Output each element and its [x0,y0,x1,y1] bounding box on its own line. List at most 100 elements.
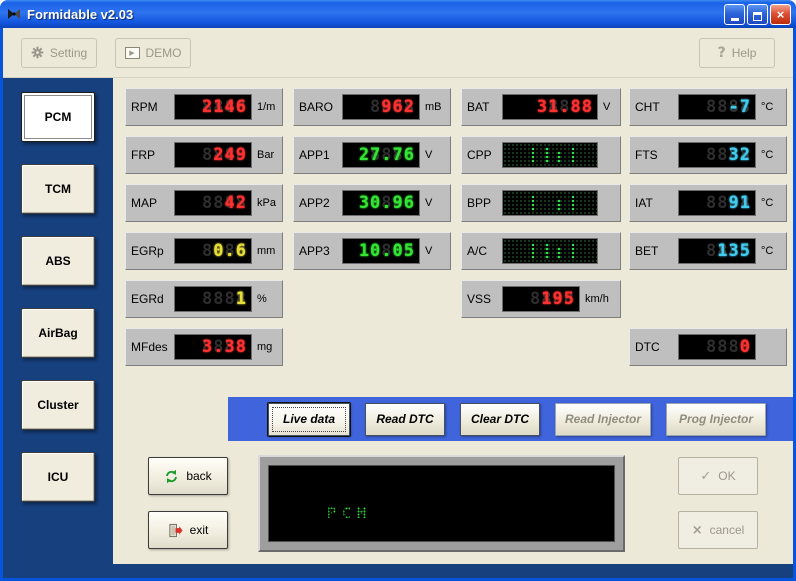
matrix-segment [545,243,549,260]
window-title: Formidable v2.03 [27,7,724,22]
setting-label: Setting [50,46,87,60]
gauge-fts: FTS 8888 32 °C [629,136,787,174]
gauge-egrp-label: EGRp [131,244,169,258]
exit-button[interactable]: exit [148,511,228,549]
gauge-bat-display: 8888 31.88 [502,94,598,120]
ok-label: OK [718,469,735,483]
read-injector-button[interactable]: Read Injector [555,403,651,436]
minimize-button[interactable] [724,4,745,25]
sidebar-item-cluster[interactable]: Cluster [21,380,95,430]
gauge-rpm: RPM 8888 2146 1/m [125,88,283,126]
gauge-app1-display: 8888 27.76 [342,142,420,168]
clear-dtc-button[interactable]: Clear DTC [460,403,540,436]
gauge-fts-value: 32 [729,145,751,165]
gauge-egrd-display: 8888 1 [174,286,252,312]
gauge-bet-display: 8888 135 [678,238,756,264]
sidebar-item-airbag[interactable]: AirBag [21,308,95,358]
demo-button[interactable]: ▶ DEMO [115,38,191,68]
matrix-segment [545,147,549,164]
app-icon [6,6,22,22]
gauge-bat-label: BAT [467,100,497,114]
setting-button[interactable]: Setting [21,38,97,68]
gauge-app2-label: APP2 [299,196,337,210]
exit-door-icon [168,523,183,538]
gauge-column-3: BAT 8888 31.88 V CPP [461,88,621,318]
app-window: Formidable v2.03 × Se [0,0,796,581]
gauge-dtc-value: 0 [740,337,751,357]
gauge-egrp-display: 8888 0.6 [174,238,252,264]
gauge-column-4: CHT 8888 -7 °C FTS 8888 32 °C IA [629,88,787,366]
help-label: Help [732,46,757,60]
gauge-egrd-label: EGRd [131,292,169,306]
gauge-egrp-unit: mm [257,245,275,257]
matrix-segment [531,243,535,260]
back-button[interactable]: back [148,457,228,495]
matrix-segment [571,147,575,164]
gauge-app1-unit: V [425,149,432,161]
x-icon: × [692,523,703,538]
gauge-app3-value: 10.05 [359,241,415,261]
gauge-column-2: BARO 8888 962 mB APP1 8888 27.76 V [293,88,451,270]
help-button[interactable]: ? Help [699,38,775,68]
gauge-rpm-display: 8888 2146 [174,94,252,120]
gauge-dtc-display: 8888 0 [678,334,756,360]
gauge-iat-label: IAT [635,196,673,210]
ok-button[interactable]: ✓ OK [678,457,758,495]
window-body: Setting ▶ DEMO ? Help PCM TCM ABS AirBag… [3,28,793,578]
sidebar-item-tcm[interactable]: TCM [21,164,95,214]
maximize-icon [753,12,762,21]
maximize-button[interactable] [747,4,768,25]
gauge-bet-unit: °C [761,245,773,257]
gauge-bpp: BPP [461,184,621,222]
minimize-icon [731,18,739,21]
gauge-map-value: 42 [225,193,247,213]
gauge-cht-display: 8888 -7 [678,94,756,120]
close-button[interactable]: × [770,4,791,25]
sidebar-item-icu[interactable]: ICU [21,452,95,502]
gauge-bpp-label: BPP [467,196,497,210]
module-sidebar: PCM TCM ABS AirBag Cluster ICU [3,78,113,578]
gauge-app3-unit: V [425,245,432,257]
gauge-baro-display: 8888 962 [342,94,420,120]
gauge-map: MAP 8888 42 kPa [125,184,283,222]
read-dtc-button[interactable]: Read DTC [365,403,445,436]
live-data-button[interactable]: Live data [268,403,350,436]
refresh-back-icon [164,469,179,484]
demo-icon: ▶ [125,47,140,59]
gauge-mfdes-display: 8888 3.38 [174,334,252,360]
prog-injector-button[interactable]: Prog Injector [666,403,766,436]
sidebar-item-abs[interactable]: ABS [21,236,95,286]
gauge-vss-display: 8888 195 [502,286,580,312]
main-panel: RPM 8888 2146 1/m FRP 8888 249 Bar [113,78,793,564]
gauge-frp-display: 8888 249 [174,142,252,168]
gauge-baro: BARO 8888 962 mB [293,88,451,126]
gauge-iat-value: 91 [729,193,751,213]
matrix-segment [557,199,561,212]
gauge-app3-label: APP3 [299,244,337,258]
gauge-frp: FRP 8888 249 Bar [125,136,283,174]
gauge-iat: IAT 8888 91 °C [629,184,787,222]
matrix-segment [557,151,561,164]
gauge-map-unit: kPa [257,197,276,209]
gauge-cpp-label: CPP [467,148,497,162]
gauge-mfdes: MFdes 8888 3.38 mg [125,328,283,366]
cancel-button[interactable]: × cancel [678,511,758,549]
gauge-map-display: 8888 42 [174,190,252,216]
gauge-dtc: DTC 8888 0 [629,328,787,366]
gauge-ac-dot-matrix [502,238,598,264]
gauge-bet-label: BET [635,244,673,258]
gauge-rpm-label: RPM [131,100,169,114]
cancel-label: cancel [710,523,745,537]
gauge-mfdes-unit: mg [257,341,272,353]
gauge-egrp: EGRp 8888 0.6 mm [125,232,283,270]
gauge-spacer [629,280,787,318]
gauge-frp-label: FRP [131,148,169,162]
sidebar-item-pcm[interactable]: PCM [21,92,95,142]
gauge-bat-value: 31.88 [537,97,593,117]
gauge-app3-display: 8888 10.05 [342,238,420,264]
gauge-app1-label: APP1 [299,148,337,162]
gauge-app1: APP1 8888 27.76 V [293,136,451,174]
gauge-fts-unit: °C [761,149,773,161]
matrix-segment [571,195,575,212]
gauge-fts-display: 8888 32 [678,142,756,168]
